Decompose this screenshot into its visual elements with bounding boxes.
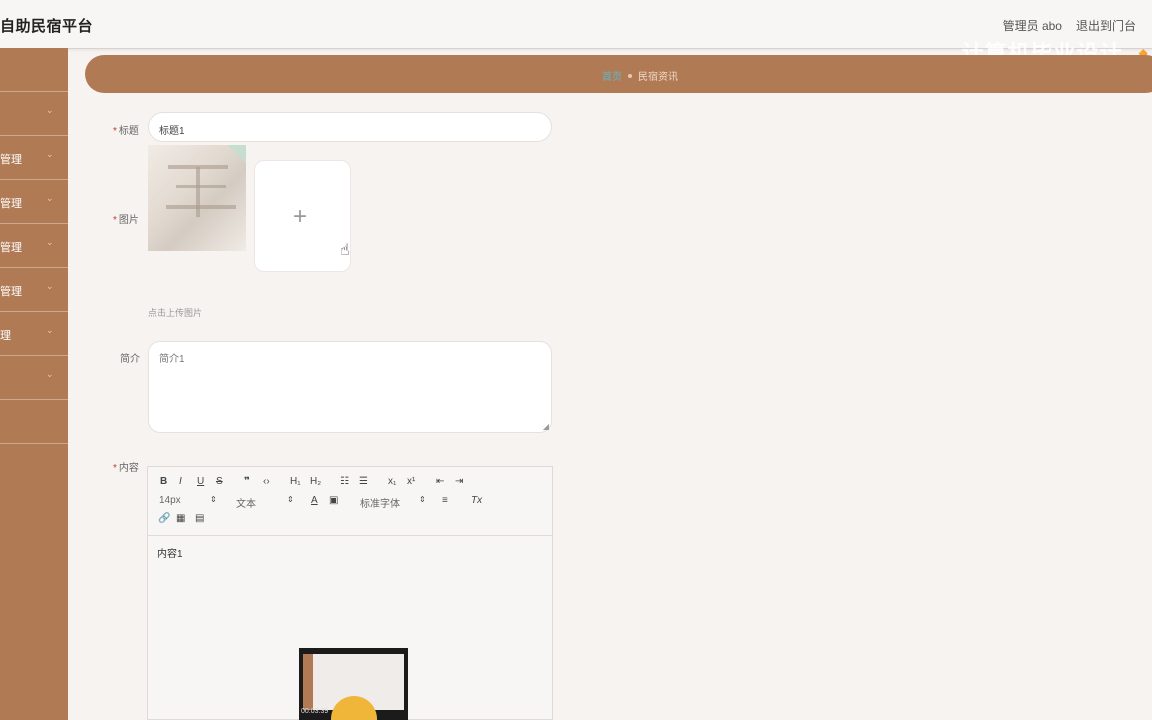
breadcrumb-current: 民宿资讯 <box>638 72 678 83</box>
font-color-button[interactable]: A <box>311 495 318 506</box>
sidebar-item[interactable]: 管理 ⌄ <box>0 268 68 312</box>
background-color-icon[interactable]: ▣ <box>329 495 338 506</box>
sidebar-item-label: 管理 <box>0 286 22 298</box>
chevron-down-icon: ⌄ <box>46 281 54 291</box>
font-family-select-arrow-icon: ⇕ <box>419 495 426 504</box>
quote-button[interactable]: ❞ <box>244 476 250 487</box>
link-icon[interactable]: 🔗 <box>158 513 170 524</box>
image-label-text: 图片 <box>118 215 139 226</box>
image-upload-button[interactable]: + <box>254 160 351 272</box>
breadcrumb-home[interactable]: 首页 <box>602 72 622 83</box>
image-icon[interactable]: ▦ <box>176 513 185 524</box>
bold-button[interactable]: B <box>160 476 167 487</box>
image-label: * 图片 <box>113 211 139 226</box>
resize-handle-icon[interactable]: ◢ <box>543 422 549 431</box>
outdent-icon[interactable]: ⇤ <box>436 476 444 487</box>
underline-button[interactable]: U <box>197 476 204 487</box>
sidebar-item[interactable]: 理 ⌄ <box>0 312 68 356</box>
chevron-down-icon: ⌄ <box>46 369 54 379</box>
sidebar-item-label: 管理 <box>0 242 22 254</box>
editor-toolbar: B I U S ❞ ‹› H₁ H₂ ☷ ☰ x₁ x¹ ⇤ ⇥ 14px ⇕ … <box>148 467 552 536</box>
sidebar-item[interactable]: ⌄ <box>0 356 68 400</box>
intro-value: 简介1 <box>159 354 185 365</box>
title-input[interactable]: 标题1 <box>148 112 552 142</box>
sidebar-item-label: 管理 <box>0 198 22 210</box>
h1-button[interactable]: H₁ <box>290 476 301 487</box>
chevron-down-icon: ⌄ <box>46 149 54 159</box>
required-mark: * <box>113 463 117 474</box>
title-input-value: 标题1 <box>159 126 185 137</box>
sidebar-item[interactable] <box>0 48 68 92</box>
sidebar-item-label: 管理 <box>0 154 22 166</box>
video-overlay[interactable]: 00:03:39 <box>299 648 408 720</box>
clear-format-button[interactable]: Tx <box>471 495 482 506</box>
sidebar: ⌄ 管理 ⌄ 管理 ⌄ 管理 ⌄ 管理 ⌄ 理 ⌄ ⌄ <box>0 48 68 720</box>
topbar-actions: 管理员 abo 退出到门台 <box>1003 17 1136 34</box>
superscript-button[interactable]: x¹ <box>407 476 415 487</box>
text-style-select-arrow-icon: ⇕ <box>287 495 294 504</box>
top-bar: 自助民宿平台 管理员 abo 退出到门台 计算机毕业设计 🔸 <box>0 0 1152 66</box>
thumb-detail <box>166 205 236 209</box>
uploaded-image-thumbnail[interactable] <box>148 145 246 251</box>
font-size-select-arrow-icon: ⇕ <box>210 495 217 504</box>
text-style-select[interactable]: 文本 <box>236 495 256 510</box>
chevron-down-icon: ⌄ <box>46 193 54 203</box>
thumb-corner <box>228 145 246 163</box>
thumb-detail <box>176 185 226 188</box>
exit-link[interactable]: 退出到门台 <box>1076 17 1136 34</box>
title-label-text: 标题 <box>118 126 139 137</box>
breadcrumb: 首页 民宿资讯 <box>85 55 1152 93</box>
required-mark: * <box>113 215 117 226</box>
align-icon[interactable]: ≡ <box>442 495 448 506</box>
required-mark: * <box>113 126 117 137</box>
video-icon[interactable]: ▤ <box>195 513 204 524</box>
chevron-down-icon: ⌄ <box>46 325 54 335</box>
user-label: 管理员 abo <box>1002 19 1062 33</box>
chevron-down-icon: ⌄ <box>46 237 54 247</box>
breadcrumb-separator <box>628 74 632 78</box>
app-title: 自助民宿平台 <box>0 18 94 35</box>
sidebar-item[interactable] <box>0 400 68 444</box>
sidebar-item[interactable]: 管理 ⌄ <box>0 224 68 268</box>
italic-button[interactable]: I <box>179 476 182 487</box>
plus-icon: + <box>293 203 308 230</box>
title-label: * 标题 <box>113 122 139 137</box>
h2-button[interactable]: H₂ <box>310 476 321 487</box>
sidebar-item-label: 理 <box>0 330 11 342</box>
thumb-detail <box>196 167 200 217</box>
video-timestamp: 00:03:39 <box>301 708 329 715</box>
intro-label: 简介 <box>120 354 140 365</box>
font-size-select[interactable]: 14px <box>159 495 181 506</box>
subscript-button[interactable]: x₁ <box>388 476 396 487</box>
code-button[interactable]: ‹› <box>263 476 270 487</box>
strike-button[interactable]: S <box>216 476 223 487</box>
ordered-list-icon[interactable]: ☷ <box>340 476 349 487</box>
sidebar-item[interactable]: 管理 ⌄ <box>0 180 68 224</box>
content-label: * 内容 <box>113 459 139 474</box>
sidebar-item[interactable]: ⌄ <box>0 92 68 136</box>
editor-content[interactable]: 内容1 <box>157 545 183 560</box>
font-family-select[interactable]: 标准字体 <box>360 495 400 510</box>
sidebar-item[interactable]: 管理 ⌄ <box>0 136 68 180</box>
hand-cursor-icon: ☝ <box>340 242 350 259</box>
content-label-text: 内容 <box>118 463 139 474</box>
upload-hint: 点击上传图片 <box>148 308 203 318</box>
intro-textarea[interactable]: 简介1 ◢ <box>148 341 552 433</box>
indent-icon[interactable]: ⇥ <box>455 476 463 487</box>
video-sidebar <box>303 654 313 710</box>
chevron-down-icon: ⌄ <box>46 105 54 115</box>
breadcrumb-trail: 首页 民宿资讯 <box>602 68 678 83</box>
bullet-list-icon[interactable]: ☰ <box>359 476 368 487</box>
